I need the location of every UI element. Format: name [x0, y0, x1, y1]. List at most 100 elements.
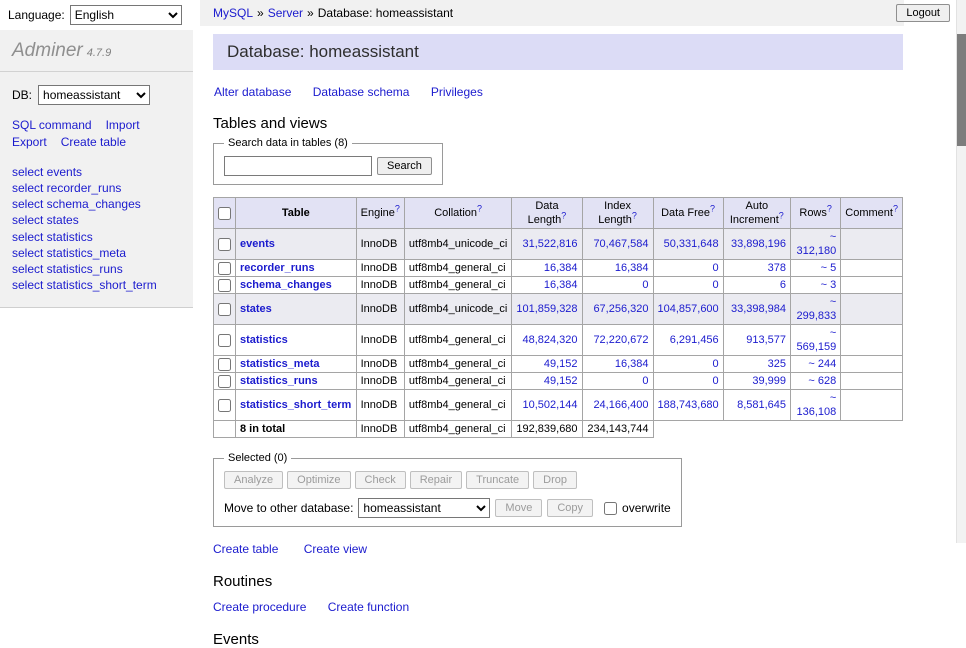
table-link[interactable]: statistics_runs — [240, 375, 318, 387]
data-length-link[interactable]: 31,522,816 — [522, 238, 577, 250]
row-checkbox[interactable] — [218, 399, 231, 412]
collation-help-link[interactable]: ? — [477, 207, 482, 219]
database-schema-link[interactable]: Database schema — [313, 85, 410, 99]
sidebar-sql-command-link[interactable]: SQL command — [12, 118, 92, 132]
table-link[interactable]: statistics_short_term — [240, 399, 351, 411]
rows-link[interactable]: ~ 136,108 — [797, 392, 837, 418]
index-length-link[interactable]: 72,220,672 — [593, 334, 648, 346]
data-free-link[interactable]: 0 — [713, 358, 719, 370]
data-length-link[interactable]: 16,384 — [544, 262, 578, 274]
index-length-help-link[interactable]: ? — [632, 214, 637, 226]
data-free-link[interactable]: 6,291,456 — [670, 334, 719, 346]
move-database-select[interactable]: homeassistant — [358, 498, 490, 518]
data-free-link[interactable]: 0 — [713, 279, 719, 291]
index-length-link[interactable]: 70,467,584 — [593, 238, 648, 250]
auto-increment-link[interactable]: 33,398,984 — [731, 303, 786, 315]
data-length-help-link[interactable]: ? — [561, 214, 566, 226]
sidebar-item-select-statistics-meta[interactable]: select statistics_meta — [12, 245, 181, 261]
data-free-link[interactable]: 188,743,680 — [658, 399, 719, 411]
search-button[interactable]: Search — [377, 157, 432, 175]
table-link[interactable]: statistics_meta — [240, 358, 320, 370]
truncate-button[interactable]: Truncate — [466, 471, 529, 489]
row-checkbox[interactable] — [218, 375, 231, 388]
data-length-link[interactable]: 16,384 — [544, 279, 578, 291]
row-checkbox[interactable] — [218, 303, 231, 316]
index-length-link[interactable]: 0 — [642, 279, 648, 291]
auto-increment-link[interactable]: 378 — [768, 262, 786, 274]
sidebar-item-select-events[interactable]: select events — [12, 164, 181, 180]
language-select[interactable]: English — [70, 5, 182, 25]
rows-link[interactable]: ~ 244 — [808, 358, 836, 370]
search-input[interactable] — [224, 156, 372, 176]
breadcrumb-mysql-link[interactable]: MySQL — [213, 6, 253, 20]
row-checkbox[interactable] — [218, 262, 231, 275]
auto-increment-link[interactable]: 6 — [780, 279, 786, 291]
logout-button[interactable]: Logout — [896, 4, 950, 22]
auto-increment-link[interactable]: 33,898,196 — [731, 238, 786, 250]
drop-button[interactable]: Drop — [533, 471, 577, 489]
create-table-link[interactable]: Create table — [213, 542, 278, 556]
data-free-link[interactable]: 0 — [713, 375, 719, 387]
data-free-link[interactable]: 104,857,600 — [658, 303, 719, 315]
breadcrumb-server-link[interactable]: Server — [268, 6, 303, 20]
data-length-link[interactable]: 101,859,328 — [516, 303, 577, 315]
rows-link[interactable]: ~ 299,833 — [797, 296, 837, 322]
optimize-button[interactable]: Optimize — [287, 471, 350, 489]
index-length-link[interactable]: 24,166,400 — [593, 399, 648, 411]
scrollbar-thumb[interactable] — [957, 34, 966, 146]
data-length-link[interactable]: 48,824,320 — [522, 334, 577, 346]
vertical-scrollbar[interactable] — [956, 0, 966, 543]
sidebar-create-table-link[interactable]: Create table — [61, 135, 126, 149]
data-free-link[interactable]: 0 — [713, 262, 719, 274]
rows-link[interactable]: ~ 5 — [821, 262, 837, 274]
data-length-link[interactable]: 49,152 — [544, 375, 578, 387]
data-free-link[interactable]: 50,331,648 — [664, 238, 719, 250]
rows-link[interactable]: ~ 312,180 — [797, 231, 837, 257]
auto-increment-help-link[interactable]: ? — [779, 214, 784, 226]
engine-help-link[interactable]: ? — [395, 207, 400, 219]
index-length-link[interactable]: 0 — [642, 375, 648, 387]
table-link[interactable]: recorder_runs — [240, 262, 315, 274]
auto-increment-link[interactable]: 8,581,645 — [737, 399, 786, 411]
sidebar-item-select-recorder-runs[interactable]: select recorder_runs — [12, 180, 181, 196]
sidebar-export-link[interactable]: Export — [12, 135, 47, 149]
create-procedure-link[interactable]: Create procedure — [213, 600, 306, 614]
index-length-link[interactable]: 16,384 — [615, 358, 649, 370]
table-link[interactable]: events — [240, 238, 275, 250]
select-all-checkbox[interactable] — [218, 207, 231, 220]
sidebar-item-select-schema-changes[interactable]: select schema_changes — [12, 196, 181, 212]
auto-increment-link[interactable]: 325 — [768, 358, 786, 370]
repair-button[interactable]: Repair — [410, 471, 462, 489]
row-checkbox[interactable] — [218, 238, 231, 251]
data-length-link[interactable]: 49,152 — [544, 358, 578, 370]
row-checkbox[interactable] — [218, 334, 231, 347]
comment-help-link[interactable]: ? — [893, 207, 898, 219]
rows-help-link[interactable]: ? — [827, 207, 832, 219]
sidebar-item-select-statistics[interactable]: select statistics — [12, 229, 181, 245]
sidebar-item-select-statistics-short-term[interactable]: select statistics_short_term — [12, 277, 181, 293]
table-link[interactable]: schema_changes — [240, 279, 332, 291]
rows-link[interactable]: ~ 569,159 — [797, 327, 837, 353]
create-view-link[interactable]: Create view — [304, 542, 367, 556]
rows-link[interactable]: ~ 628 — [808, 375, 836, 387]
auto-increment-link[interactable]: 913,577 — [746, 334, 786, 346]
auto-increment-link[interactable]: 39,999 — [752, 375, 786, 387]
sidebar-item-select-states[interactable]: select states — [12, 212, 181, 228]
data-length-link[interactable]: 10,502,144 — [522, 399, 577, 411]
db-select[interactable]: homeassistant — [38, 85, 150, 105]
data-free-help-link[interactable]: ? — [710, 207, 715, 219]
alter-database-link[interactable]: Alter database — [214, 85, 291, 99]
index-length-link[interactable]: 16,384 — [615, 262, 649, 274]
row-checkbox[interactable] — [218, 279, 231, 292]
privileges-link[interactable]: Privileges — [431, 85, 483, 99]
table-link[interactable]: states — [240, 303, 272, 315]
overwrite-checkbox[interactable] — [604, 502, 617, 515]
copy-button[interactable]: Copy — [547, 499, 593, 517]
index-length-link[interactable]: 67,256,320 — [593, 303, 648, 315]
sidebar-item-select-statistics-runs[interactable]: select statistics_runs — [12, 261, 181, 277]
sidebar-import-link[interactable]: Import — [106, 118, 140, 132]
move-button[interactable]: Move — [495, 499, 542, 517]
analyze-button[interactable]: Analyze — [224, 471, 283, 489]
app-name[interactable]: Adminer — [12, 40, 83, 61]
row-checkbox[interactable] — [218, 358, 231, 371]
